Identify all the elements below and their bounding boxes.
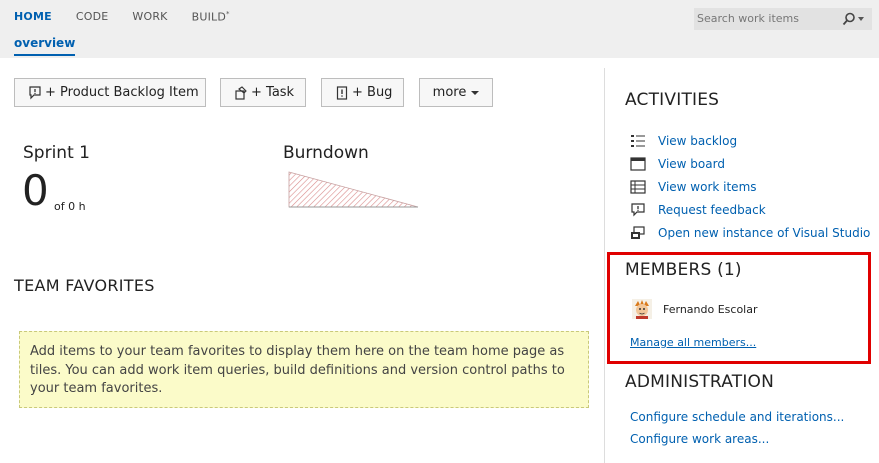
task-button-label: + Task: [251, 85, 295, 100]
pbi-button-label: + Product Backlog Item: [45, 85, 199, 100]
activity-view-work-items[interactable]: View work items: [630, 175, 870, 198]
activity-label: View backlog: [658, 133, 738, 148]
activity-view-backlog[interactable]: View backlog: [630, 129, 870, 152]
visual-studio-icon: [630, 225, 646, 240]
sprint-capacity-text: of 0 h: [54, 200, 86, 213]
sprint-title[interactable]: Sprint 1: [23, 143, 90, 163]
nav-home[interactable]: HOME: [14, 10, 52, 24]
manage-all-members-link[interactable]: Manage all members...: [630, 336, 756, 349]
team-favorites-message: Add items to your team favorites to disp…: [19, 331, 589, 408]
subnav-overview[interactable]: overview: [14, 36, 76, 56]
add-product-backlog-item-button[interactable]: + Product Backlog Item: [14, 78, 206, 107]
avatar: [632, 299, 652, 319]
search-input[interactable]: [697, 11, 835, 26]
nav-code[interactable]: CODE: [76, 10, 109, 24]
burndown-title[interactable]: Burndown: [283, 143, 369, 163]
add-task-button[interactable]: + Task: [220, 78, 306, 107]
bug-button-label: + Bug: [352, 85, 393, 100]
team-favorites-title: TEAM FAVORITES: [14, 276, 155, 295]
activity-view-board[interactable]: View board: [630, 152, 870, 175]
backlog-item-icon: [29, 85, 41, 100]
column-divider: [604, 68, 605, 463]
bug-icon: [336, 85, 348, 100]
search-box: [694, 8, 872, 30]
burndown-area: [288, 171, 419, 208]
activity-label: View board: [658, 156, 725, 171]
more-button[interactable]: more: [419, 78, 493, 107]
activity-open-visual-studio[interactable]: Open new instance of Visual Studio: [630, 221, 870, 244]
activity-label: Open new instance of Visual Studio: [658, 225, 871, 240]
member-item[interactable]: Fernando Escolar: [632, 299, 758, 319]
search-options-chevron-icon[interactable]: [858, 17, 864, 21]
nav-build-marker: *: [226, 10, 230, 18]
main-nav: HOME CODE WORK BUILD*: [14, 10, 254, 24]
board-icon: [630, 156, 646, 171]
more-button-label: more: [432, 85, 467, 100]
activities-list: View backlog View board View work items …: [630, 129, 870, 244]
activity-label: Request feedback: [658, 202, 766, 217]
member-name: Fernando Escolar: [663, 302, 758, 316]
activity-request-feedback[interactable]: Request feedback: [630, 198, 870, 221]
configure-work-areas-link[interactable]: Configure work areas...: [630, 432, 769, 446]
task-icon: [235, 85, 247, 100]
activities-title: ACTIVITIES: [625, 90, 720, 110]
administration-title: ADMINISTRATION: [625, 372, 775, 392]
chevron-down-icon: [471, 90, 480, 95]
nav-build[interactable]: BUILD*: [192, 10, 230, 24]
backlog-list-icon: [630, 134, 646, 148]
sprint-remaining-value: 0: [22, 166, 49, 215]
burndown-chart[interactable]: [288, 170, 420, 214]
members-title: MEMBERS (1): [625, 260, 742, 280]
top-bar: HOME CODE WORK BUILD* overview: [0, 0, 879, 58]
nav-build-label: BUILD: [191, 10, 227, 24]
work-items-grid-icon: [630, 179, 646, 194]
add-bug-button[interactable]: + Bug: [321, 78, 404, 107]
search-icon[interactable]: [842, 11, 856, 30]
feedback-bubble-icon: [630, 202, 646, 217]
nav-work[interactable]: WORK: [132, 10, 167, 24]
configure-schedule-link[interactable]: Configure schedule and iterations...: [630, 410, 844, 424]
activity-label: View work items: [658, 179, 757, 194]
